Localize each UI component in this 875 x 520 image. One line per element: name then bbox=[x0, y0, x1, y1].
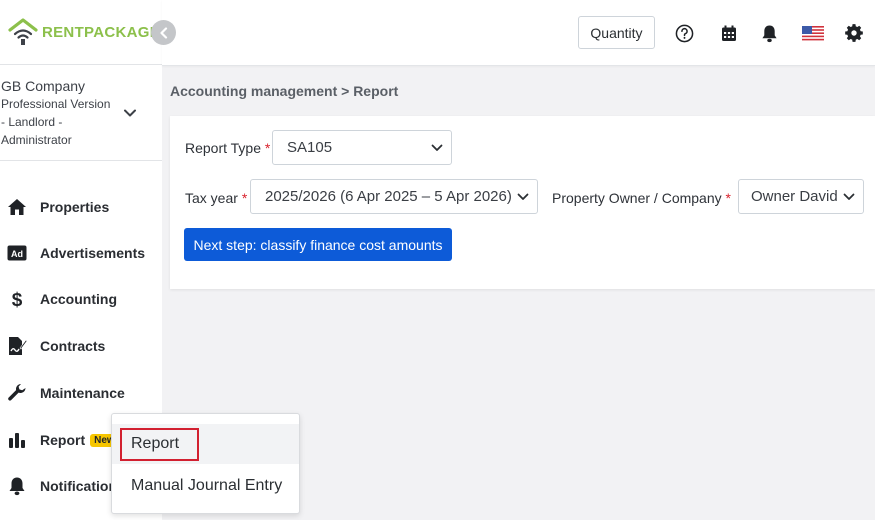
submenu-item-manual-journal-entry[interactable]: Manual Journal Entry bbox=[112, 466, 299, 506]
breadcrumb: Accounting management > Report bbox=[170, 83, 399, 99]
sidebar-collapse-button[interactable] bbox=[151, 20, 176, 45]
home-icon bbox=[6, 196, 28, 218]
sidebar-item-label: Contracts bbox=[40, 338, 106, 354]
tax-year-label-text: Tax year bbox=[185, 190, 238, 206]
dollar-icon: $ bbox=[6, 288, 28, 310]
next-step-button[interactable]: Next step: classify finance cost amounts bbox=[184, 228, 452, 261]
app-logo[interactable]: RENTPACKAGE bbox=[8, 18, 160, 46]
logo-rent-text: RENT bbox=[42, 23, 85, 41]
owner-value: Owner David bbox=[751, 188, 838, 205]
owner-select[interactable]: Owner David bbox=[738, 179, 864, 214]
quantity-button[interactable]: Quantity bbox=[578, 16, 655, 49]
report-type-select[interactable]: SA105 bbox=[272, 130, 452, 165]
gear-icon[interactable] bbox=[843, 22, 865, 44]
sidebar-item-maintenance[interactable]: Maintenance bbox=[0, 373, 162, 413]
logo-package-text: PACKAGE bbox=[84, 23, 161, 41]
chevron-left-icon bbox=[159, 26, 167, 39]
bar-chart-icon bbox=[6, 429, 28, 451]
sidebar-item-contracts[interactable]: Contracts bbox=[0, 326, 162, 366]
chevron-down-icon bbox=[517, 193, 529, 200]
report-type-label-text: Report Type bbox=[185, 140, 262, 156]
ad-icon: Ad bbox=[6, 242, 28, 264]
sidebar-item-label: Properties bbox=[40, 199, 110, 215]
notification-bell-icon[interactable] bbox=[758, 22, 780, 44]
company-version: Professional Version bbox=[1, 97, 111, 111]
sidebar-item-label: Maintenance bbox=[40, 385, 125, 401]
us-flag-icon[interactable] bbox=[801, 22, 825, 44]
sidebar-item-label: Notification bbox=[40, 478, 117, 494]
chevron-down-icon[interactable] bbox=[123, 106, 137, 120]
chevron-down-icon bbox=[843, 193, 855, 200]
sidebar-item-label: Report bbox=[40, 432, 86, 448]
help-icon[interactable] bbox=[673, 22, 695, 44]
tax-year-label: Tax year * bbox=[185, 190, 247, 206]
highlight-box bbox=[120, 428, 199, 461]
tax-year-value: 2025/2026 (6 Apr 2025 – 5 Apr 2026) bbox=[265, 188, 512, 205]
company-role: - Landlord - bbox=[1, 115, 63, 129]
tax-year-select[interactable]: 2025/2026 (6 Apr 2025 – 5 Apr 2026) bbox=[250, 179, 538, 214]
chevron-down-icon bbox=[431, 144, 443, 151]
top-bar: Quantity bbox=[162, 0, 875, 66]
owner-label-text: Property Owner / Company bbox=[552, 190, 722, 206]
required-mark: * bbox=[725, 190, 731, 206]
divider bbox=[0, 64, 162, 65]
required-mark: * bbox=[264, 140, 271, 156]
sidebar-item-advertisements[interactable]: Ad Advertisements bbox=[0, 233, 162, 273]
divider bbox=[0, 160, 162, 161]
report-form-card: Report Type * SA105 Tax year * 2025/2026… bbox=[170, 116, 875, 289]
sidebar-item-label: Advertisements bbox=[40, 245, 146, 261]
sidebar-item-properties[interactable]: Properties bbox=[0, 187, 162, 227]
svg-text:$: $ bbox=[12, 290, 23, 309]
required-mark: * bbox=[241, 190, 248, 206]
report-type-label: Report Type * bbox=[185, 140, 270, 156]
bell-icon bbox=[6, 475, 28, 497]
sidebar-item-accounting[interactable]: $ Accounting bbox=[0, 279, 162, 319]
wifi-house-icon bbox=[8, 18, 38, 45]
sidebar-item-label: Accounting bbox=[40, 291, 117, 307]
report-type-value: SA105 bbox=[287, 139, 333, 156]
owner-label: Property Owner / Company * bbox=[552, 190, 731, 206]
calendar-icon[interactable] bbox=[718, 22, 740, 44]
wrench-icon bbox=[6, 382, 28, 404]
company-role-title: Administrator bbox=[1, 133, 72, 147]
app-name: RENTPACKAGE bbox=[42, 24, 160, 41]
company-name: GB Company bbox=[1, 78, 86, 94]
report-submenu: Report Manual Journal Entry bbox=[111, 413, 300, 514]
contract-icon bbox=[6, 335, 28, 357]
svg-text:Ad: Ad bbox=[11, 249, 23, 259]
company-switcher[interactable]: GB Company Professional Version - Landlo… bbox=[1, 77, 121, 149]
